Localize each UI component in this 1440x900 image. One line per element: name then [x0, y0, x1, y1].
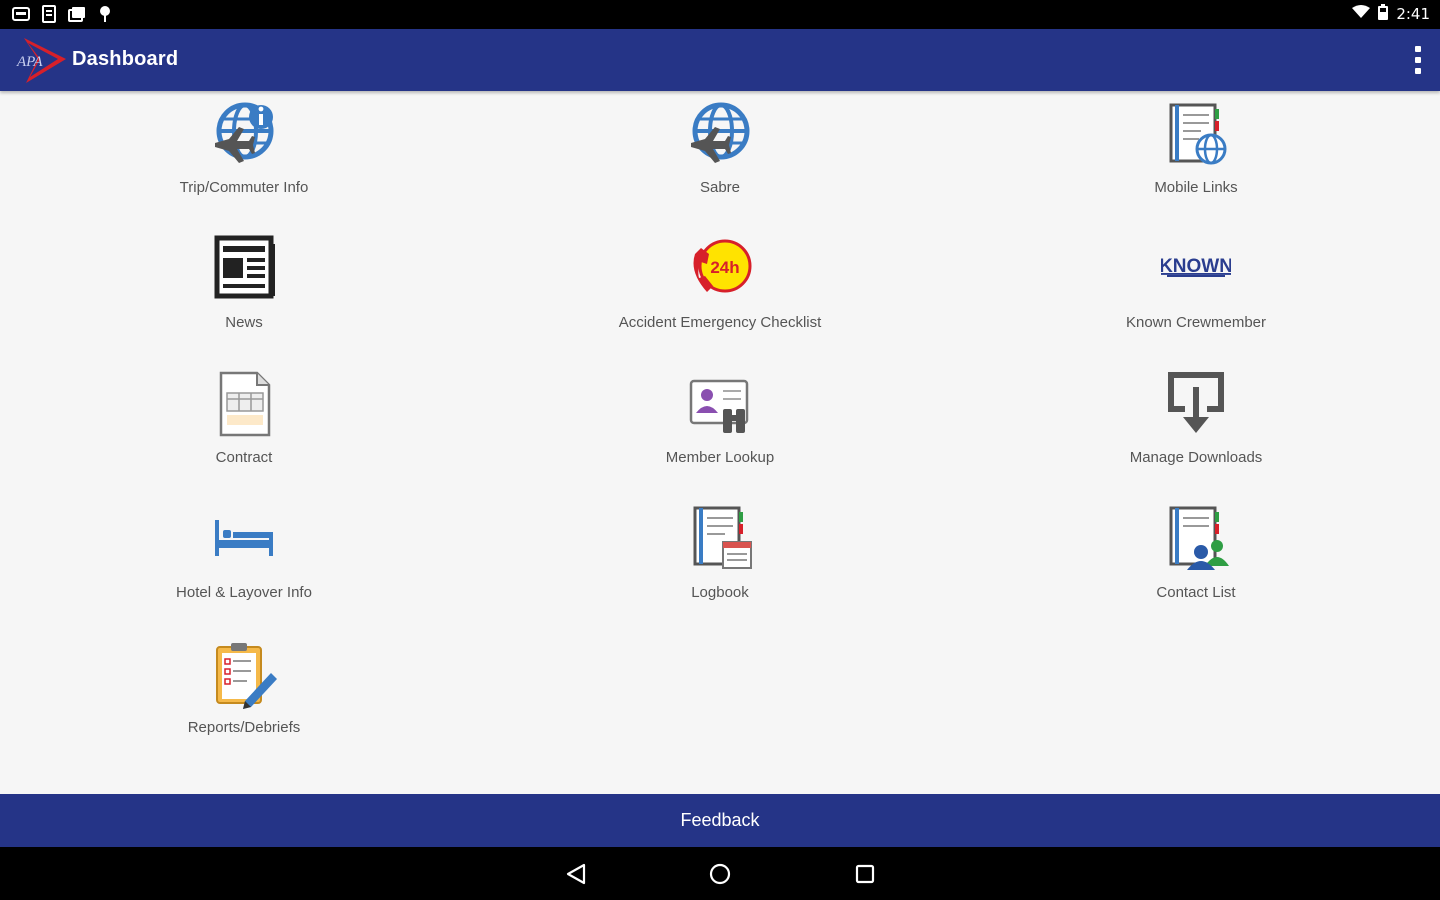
- tile-label: News: [225, 314, 263, 331]
- notebook-globe-icon: [1161, 99, 1231, 169]
- tile-label: Member Lookup: [665, 449, 775, 466]
- feedback-button[interactable]: Feedback: [0, 794, 1440, 847]
- globe-plane-icon: [685, 99, 755, 169]
- sd-card-icon: [40, 5, 58, 23]
- notification-icon: [12, 5, 30, 23]
- tile-label: Contract: [215, 449, 273, 466]
- tile-label: Reports/Debriefs: [187, 719, 301, 736]
- svg-text:KNOWN: KNOWN: [1161, 256, 1231, 277]
- status-time: 2:41: [1396, 5, 1430, 23]
- tile-news[interactable]: News: [94, 230, 394, 350]
- tile-logbook[interactable]: Logbook: [570, 500, 870, 620]
- tile-manage-downloads[interactable]: Manage Downloads: [1046, 365, 1346, 485]
- tile-known-crewmember[interactable]: KNOWN Known Crewmember: [1046, 230, 1346, 350]
- more-vert-icon[interactable]: [1404, 41, 1432, 79]
- photos-icon: [68, 5, 86, 23]
- svg-text:24h: 24h: [710, 258, 739, 277]
- tile-label: Accident Emergency Checklist: [618, 314, 822, 331]
- tile-trip-commuter-info[interactable]: Trip/Commuter Info: [94, 95, 394, 215]
- home-icon[interactable]: [706, 860, 734, 888]
- download-icon: [1161, 369, 1231, 439]
- tile-label: Contact List: [1156, 584, 1236, 601]
- tile-label: Hotel & Layover Info: [176, 584, 312, 601]
- tile-member-lookup[interactable]: Member Lookup: [570, 365, 870, 485]
- tile-sabre[interactable]: Sabre: [570, 95, 870, 215]
- contacts-icon: [1161, 504, 1231, 574]
- clipboard-pencil-icon: [209, 639, 279, 709]
- apa-logo: APA: [14, 35, 68, 85]
- status-right: 2:41: [1352, 4, 1430, 24]
- app-bar: APA Dashboard: [0, 29, 1440, 91]
- pin-icon: [96, 5, 114, 23]
- page-title: Dashboard: [72, 48, 179, 70]
- wifi-icon: [1352, 5, 1371, 23]
- known-logo-icon: KNOWN: [1161, 234, 1231, 304]
- newspaper-icon: [209, 234, 279, 304]
- tile-label: Trip/Commuter Info: [179, 179, 309, 196]
- id-card-binoculars-icon: [685, 369, 755, 439]
- tile-hotel-layover-info[interactable]: Hotel & Layover Info: [94, 500, 394, 620]
- back-icon[interactable]: [562, 860, 590, 888]
- status-left-icons: [12, 5, 114, 23]
- emergency-24h-icon: 24h: [685, 234, 755, 304]
- status-bar: 2:41: [0, 0, 1440, 29]
- tile-label: Known Crewmember: [1125, 314, 1267, 331]
- tile-label: Sabre: [699, 179, 741, 196]
- recents-icon[interactable]: [851, 860, 879, 888]
- logbook-icon: [685, 504, 755, 574]
- globe-plane-info-icon: [209, 99, 279, 169]
- tile-mobile-links[interactable]: Mobile Links: [1046, 95, 1346, 215]
- tile-reports-debriefs[interactable]: Reports/Debriefs: [94, 635, 394, 755]
- tile-accident-emergency-checklist[interactable]: 24h Accident Emergency Checklist: [570, 230, 870, 350]
- system-nav-bar: [0, 847, 1440, 900]
- tile-contract[interactable]: Contract: [94, 365, 394, 485]
- document-icon: [209, 369, 279, 439]
- bed-icon: [209, 504, 279, 574]
- svg-text:APA: APA: [16, 54, 43, 70]
- tile-label: Mobile Links: [1154, 179, 1238, 196]
- tile-label: Logbook: [691, 584, 749, 601]
- battery-icon: [1378, 4, 1389, 24]
- feedback-label: Feedback: [680, 810, 760, 830]
- tile-label: Manage Downloads: [1129, 449, 1263, 466]
- tile-contact-list[interactable]: Contact List: [1046, 500, 1346, 620]
